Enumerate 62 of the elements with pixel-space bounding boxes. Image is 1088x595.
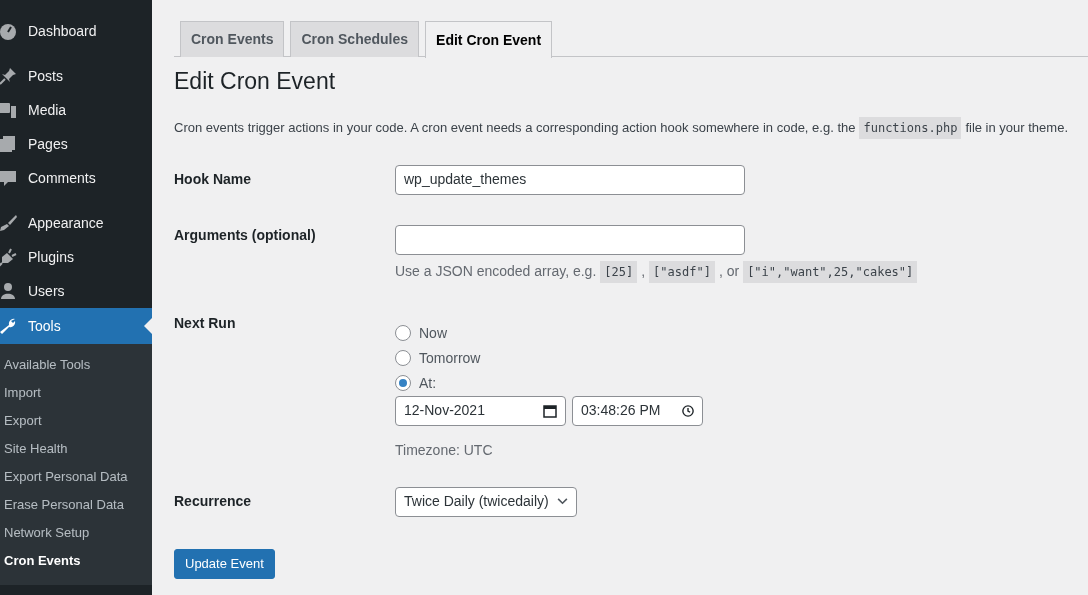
pin-icon xyxy=(0,66,18,86)
sidebar-item[interactable]: Posts xyxy=(0,59,152,93)
help-text: , xyxy=(641,262,646,282)
field-label: Arguments (optional) xyxy=(174,225,317,245)
clock-icon[interactable] xyxy=(682,404,694,417)
field-label: Next Run xyxy=(174,313,237,333)
recurrence-select[interactable]: Twice Daily (twicedaily) xyxy=(395,486,577,517)
code-snippet: functions.php xyxy=(859,116,962,139)
update-button[interactable]: Update Event xyxy=(174,548,275,579)
code-snippet: ["asdf"] xyxy=(649,260,715,283)
field-label: Hook Name xyxy=(174,170,253,190)
time-value: 03:48:26 PM xyxy=(581,401,661,421)
submenu-item[interactable]: Site Health xyxy=(0,435,152,463)
text-field[interactable]: wp_update_themes xyxy=(395,164,745,195)
wrench-icon xyxy=(0,316,18,336)
current-arrow-icon xyxy=(144,318,152,334)
radio-button[interactable] xyxy=(395,375,411,392)
sidebar-item[interactable]: Media xyxy=(0,93,152,127)
select-value: Twice Daily (twicedaily) xyxy=(404,492,549,512)
tab[interactable]: Cron Events xyxy=(180,21,285,57)
sidebar-item[interactable]: Appearance xyxy=(0,206,152,240)
date-field[interactable]: 12-Nov-2021 xyxy=(395,395,566,426)
comment-icon xyxy=(0,168,18,188)
description-text: Cron events trigger actions in your code. A cron event needs a corresponding action hook somewhere in code, e.g. the xyxy=(174,118,856,137)
tab[interactable]: Cron Schedules xyxy=(290,21,420,57)
radio-button[interactable] xyxy=(395,350,411,367)
submenu-item[interactable]: Export Personal Data xyxy=(0,463,152,491)
text-field[interactable] xyxy=(395,224,745,255)
chevron-down-icon xyxy=(556,498,568,506)
radio-label: Now xyxy=(419,323,447,343)
user-icon xyxy=(0,281,18,301)
pages-icon xyxy=(0,134,18,154)
field-label: Recurrence xyxy=(174,492,253,512)
code-snippet: ["i","want",25,"cakes"] xyxy=(743,260,918,283)
submenu-item[interactable]: Cron Events xyxy=(0,547,152,575)
brush-icon xyxy=(0,213,18,233)
timezone-text: Timezone: UTC xyxy=(395,440,494,460)
sidebar-item[interactable]: Tools xyxy=(0,308,152,344)
submenu-item[interactable]: Erase Personal Data xyxy=(0,491,152,519)
date-value: 12-Nov-2021 xyxy=(404,401,485,421)
calendar-icon[interactable] xyxy=(543,403,557,418)
sidebar-item[interactable]: Pages xyxy=(0,127,152,161)
sidebar-item[interactable]: Comments xyxy=(0,161,152,195)
help-text: , or xyxy=(718,262,740,282)
radio-label: At: xyxy=(419,373,437,393)
page-title: Edit Cron Event xyxy=(174,68,337,96)
sidebar-item[interactable]: Dashboard xyxy=(0,14,152,48)
help-text: Use a JSON encoded array, e.g. xyxy=(395,262,597,282)
submenu-item[interactable]: Available Tools xyxy=(0,351,152,379)
time-field[interactable]: 03:48:26 PM xyxy=(572,395,703,426)
description-text: file in your theme. xyxy=(965,118,1068,137)
media-icon xyxy=(0,100,18,120)
submenu-item[interactable]: Export xyxy=(0,407,152,435)
sidebar-item[interactable]: Plugins xyxy=(0,240,152,274)
radio-label: Tomorrow xyxy=(419,348,481,368)
plug-icon xyxy=(0,247,18,267)
submenu-item[interactable]: Import xyxy=(0,379,152,407)
tab[interactable]: Edit Cron Event xyxy=(425,21,553,58)
sidebar-item[interactable]: Users xyxy=(0,274,152,308)
radio-button[interactable] xyxy=(395,325,411,342)
code-snippet: [25] xyxy=(600,260,638,283)
submenu-item[interactable]: Network Setup xyxy=(0,519,152,547)
